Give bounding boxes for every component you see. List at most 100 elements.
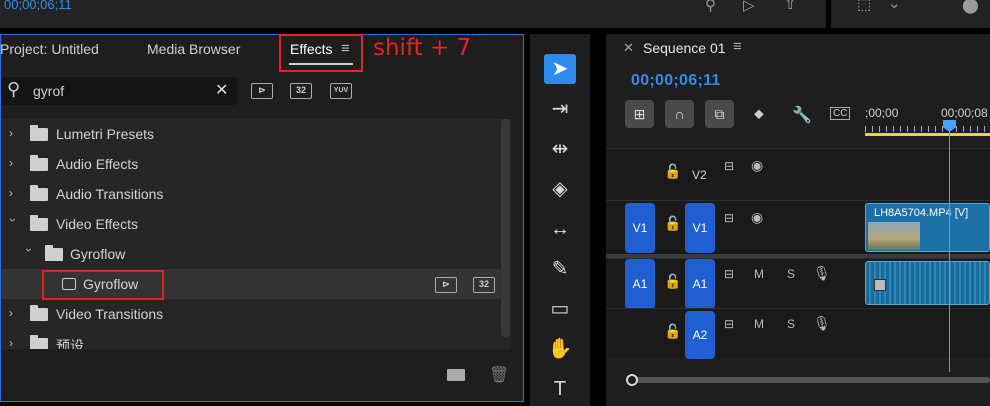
folder-icon — [30, 185, 48, 201]
annotation-box-effects — [279, 34, 363, 72]
tree-item-label: Audio Transitions — [56, 186, 164, 202]
tab-media-browser[interactable]: Media Browser — [147, 41, 240, 57]
marker-icon[interactable]: ⚲ — [705, 0, 716, 14]
search-input[interactable]: gyrof — [33, 83, 64, 99]
mute-button[interactable]: M — [754, 317, 764, 331]
clear-search-icon[interactable]: ✕ — [215, 80, 228, 100]
safe-margins-icon[interactable]: ⬚ — [857, 0, 871, 13]
source-patch-a1[interactable]: A1 — [625, 259, 655, 309]
sync-lock-icon[interactable]: ⊟ — [724, 317, 734, 331]
chevron-down-icon[interactable]: › — [22, 248, 36, 258]
tree-item-audio-transitions[interactable]: › Audio Transitions — [1, 179, 501, 209]
panel-divider — [826, 0, 831, 28]
lock-icon[interactable]: 🔓 — [664, 215, 681, 232]
audio-clip[interactable] — [865, 261, 990, 305]
panel-menu-icon[interactable]: ≡ — [733, 38, 742, 55]
lock-icon[interactable]: 🔓 — [664, 323, 681, 340]
tree-item-audio-effects[interactable]: › Audio Effects — [1, 149, 501, 179]
timeline-panel: ✕ Sequence 01 ≡ 00;00;06;11 ⊞ ∩ ⧉ ⬥ 🔧 CC… — [606, 34, 990, 406]
tree-item-presets[interactable]: › 预设 — [1, 329, 501, 349]
tree-item-video-transitions[interactable]: › Video Transitions — [1, 299, 501, 329]
solo-button[interactable]: S — [787, 267, 795, 281]
folder-star-icon — [30, 125, 48, 141]
32bit-badge: 32 — [473, 277, 495, 293]
export-frame-icon[interactable]: ⇧ — [784, 0, 797, 13]
track-v1: V1 🔓 V1 ⊟ ◉ LH8A5704.MP4 [V] — [606, 200, 990, 254]
lock-icon[interactable]: 🔓 — [664, 273, 681, 290]
track-target-a1[interactable]: A1 — [685, 259, 715, 309]
hand-tool-icon[interactable]: ✋ — [544, 334, 576, 364]
chevron-right-icon[interactable]: › — [9, 336, 19, 349]
32bit-filter-button[interactable]: 32 — [290, 83, 312, 99]
folder-icon — [30, 215, 48, 231]
source-patch-v1[interactable]: V1 — [625, 203, 655, 253]
sync-lock-icon[interactable]: ⊟ — [724, 159, 734, 173]
microphone-icon[interactable]: 🎙 — [813, 265, 831, 282]
eye-icon[interactable]: ◉ — [751, 157, 763, 174]
microphone-icon[interactable]: 🎙 — [813, 315, 831, 332]
trash-icon[interactable]: 🗑 — [489, 365, 509, 385]
time-ruler[interactable]: ;00;00 00;00;08 — [865, 102, 990, 136]
chevron-right-icon[interactable]: › — [9, 156, 19, 170]
tree-item-lumetri-presets[interactable]: › Lumetri Presets — [1, 119, 501, 149]
playhead-line[interactable] — [949, 122, 950, 372]
type-tool-icon[interactable]: T — [544, 374, 576, 404]
tree-item-video-effects[interactable]: › Video Effects — [1, 209, 501, 239]
search-icon: ⚲ — [7, 79, 21, 99]
effects-panel: Project: Untitled Media Browser Effects … — [0, 34, 524, 402]
sync-lock-icon[interactable]: ⊟ — [724, 267, 734, 281]
chevron-right-icon[interactable]: › — [9, 186, 19, 200]
search-box[interactable]: ⚲ gyrof ✕ — [1, 77, 237, 105]
chevron-down-icon[interactable]: ⌄ — [888, 0, 901, 12]
eye-icon[interactable]: ◉ — [751, 209, 763, 226]
horizontal-scrollbar[interactable] — [626, 377, 990, 383]
razor-tool-icon[interactable]: ◈ — [544, 174, 576, 204]
folder-icon — [30, 155, 48, 171]
sync-lock-icon[interactable]: ⊟ — [724, 211, 734, 225]
folder-icon — [45, 245, 63, 261]
tree-item-label: Gyroflow — [70, 246, 126, 262]
yuv-filter-button[interactable]: YUV — [330, 83, 352, 99]
chevron-right-icon[interactable]: › — [9, 126, 19, 140]
step-forward-icon[interactable]: ▷ — [743, 0, 755, 14]
pen-tool-icon[interactable]: ✎ — [544, 254, 576, 284]
marker-icon[interactable]: ⬤ — [962, 0, 979, 14]
nest-toggle-icon[interactable]: ⊞ — [625, 100, 654, 128]
new-bin-folder-icon[interactable] — [447, 369, 465, 381]
tab-project[interactable]: Project: Untitled — [0, 41, 99, 57]
track-target-a2[interactable]: A2 — [685, 311, 715, 359]
snap-icon[interactable]: ∩ — [665, 100, 694, 128]
tree-item-label: Video Transitions — [56, 306, 164, 322]
zoom-handle[interactable] — [626, 374, 638, 386]
accelerated-effects-filter-button[interactable]: ⊳ — [251, 83, 273, 99]
wrench-icon[interactable]: 🔧 — [792, 105, 812, 125]
add-marker-icon[interactable]: ⬥ — [754, 105, 764, 122]
sequence-tab[interactable]: Sequence 01 — [643, 40, 726, 56]
close-icon[interactable]: ✕ — [623, 40, 634, 56]
video-clip[interactable]: LH8A5704.MP4 [V] — [865, 203, 990, 252]
lock-icon[interactable]: 🔓 — [664, 163, 681, 180]
mute-button[interactable]: M — [754, 267, 764, 281]
track-a1: A1 🔓 A1 ⊟ M S 🎙 — [606, 258, 990, 309]
fx-badge-icon — [874, 279, 886, 291]
vertical-scrollbar[interactable] — [501, 119, 510, 337]
solo-button[interactable]: S — [787, 317, 795, 331]
selection-tool-icon[interactable]: ➤ — [544, 54, 576, 84]
ripple-edit-tool-icon[interactable]: ⇹ — [544, 134, 576, 164]
effects-tree: › Lumetri Presets › Audio Effects › Audi… — [1, 119, 511, 349]
tree-item-gyroflow-folder[interactable]: › Gyroflow — [1, 239, 501, 269]
track-a2: 🔓 A2 ⊟ M S 🎙 — [606, 308, 990, 359]
tree-item-label: Video Effects — [56, 216, 138, 232]
chevron-down-icon[interactable]: › — [6, 218, 20, 228]
folder-icon — [30, 305, 48, 321]
work-area-bar[interactable] — [865, 133, 990, 136]
track-target-v1[interactable]: V1 — [685, 203, 715, 253]
sequence-timecode[interactable]: 00;00;06;11 — [631, 72, 721, 90]
captions-icon[interactable]: CC — [830, 107, 851, 120]
rectangle-tool-icon[interactable]: ▭ — [544, 294, 576, 324]
program-timecode: 00;00;06;11 — [4, 0, 72, 12]
chevron-right-icon[interactable]: › — [9, 306, 19, 320]
linked-selection-icon[interactable]: ⧉ — [705, 100, 734, 128]
slip-tool-icon[interactable]: ↔ — [544, 214, 576, 244]
track-select-tool-icon[interactable]: ⇥ — [544, 94, 576, 124]
